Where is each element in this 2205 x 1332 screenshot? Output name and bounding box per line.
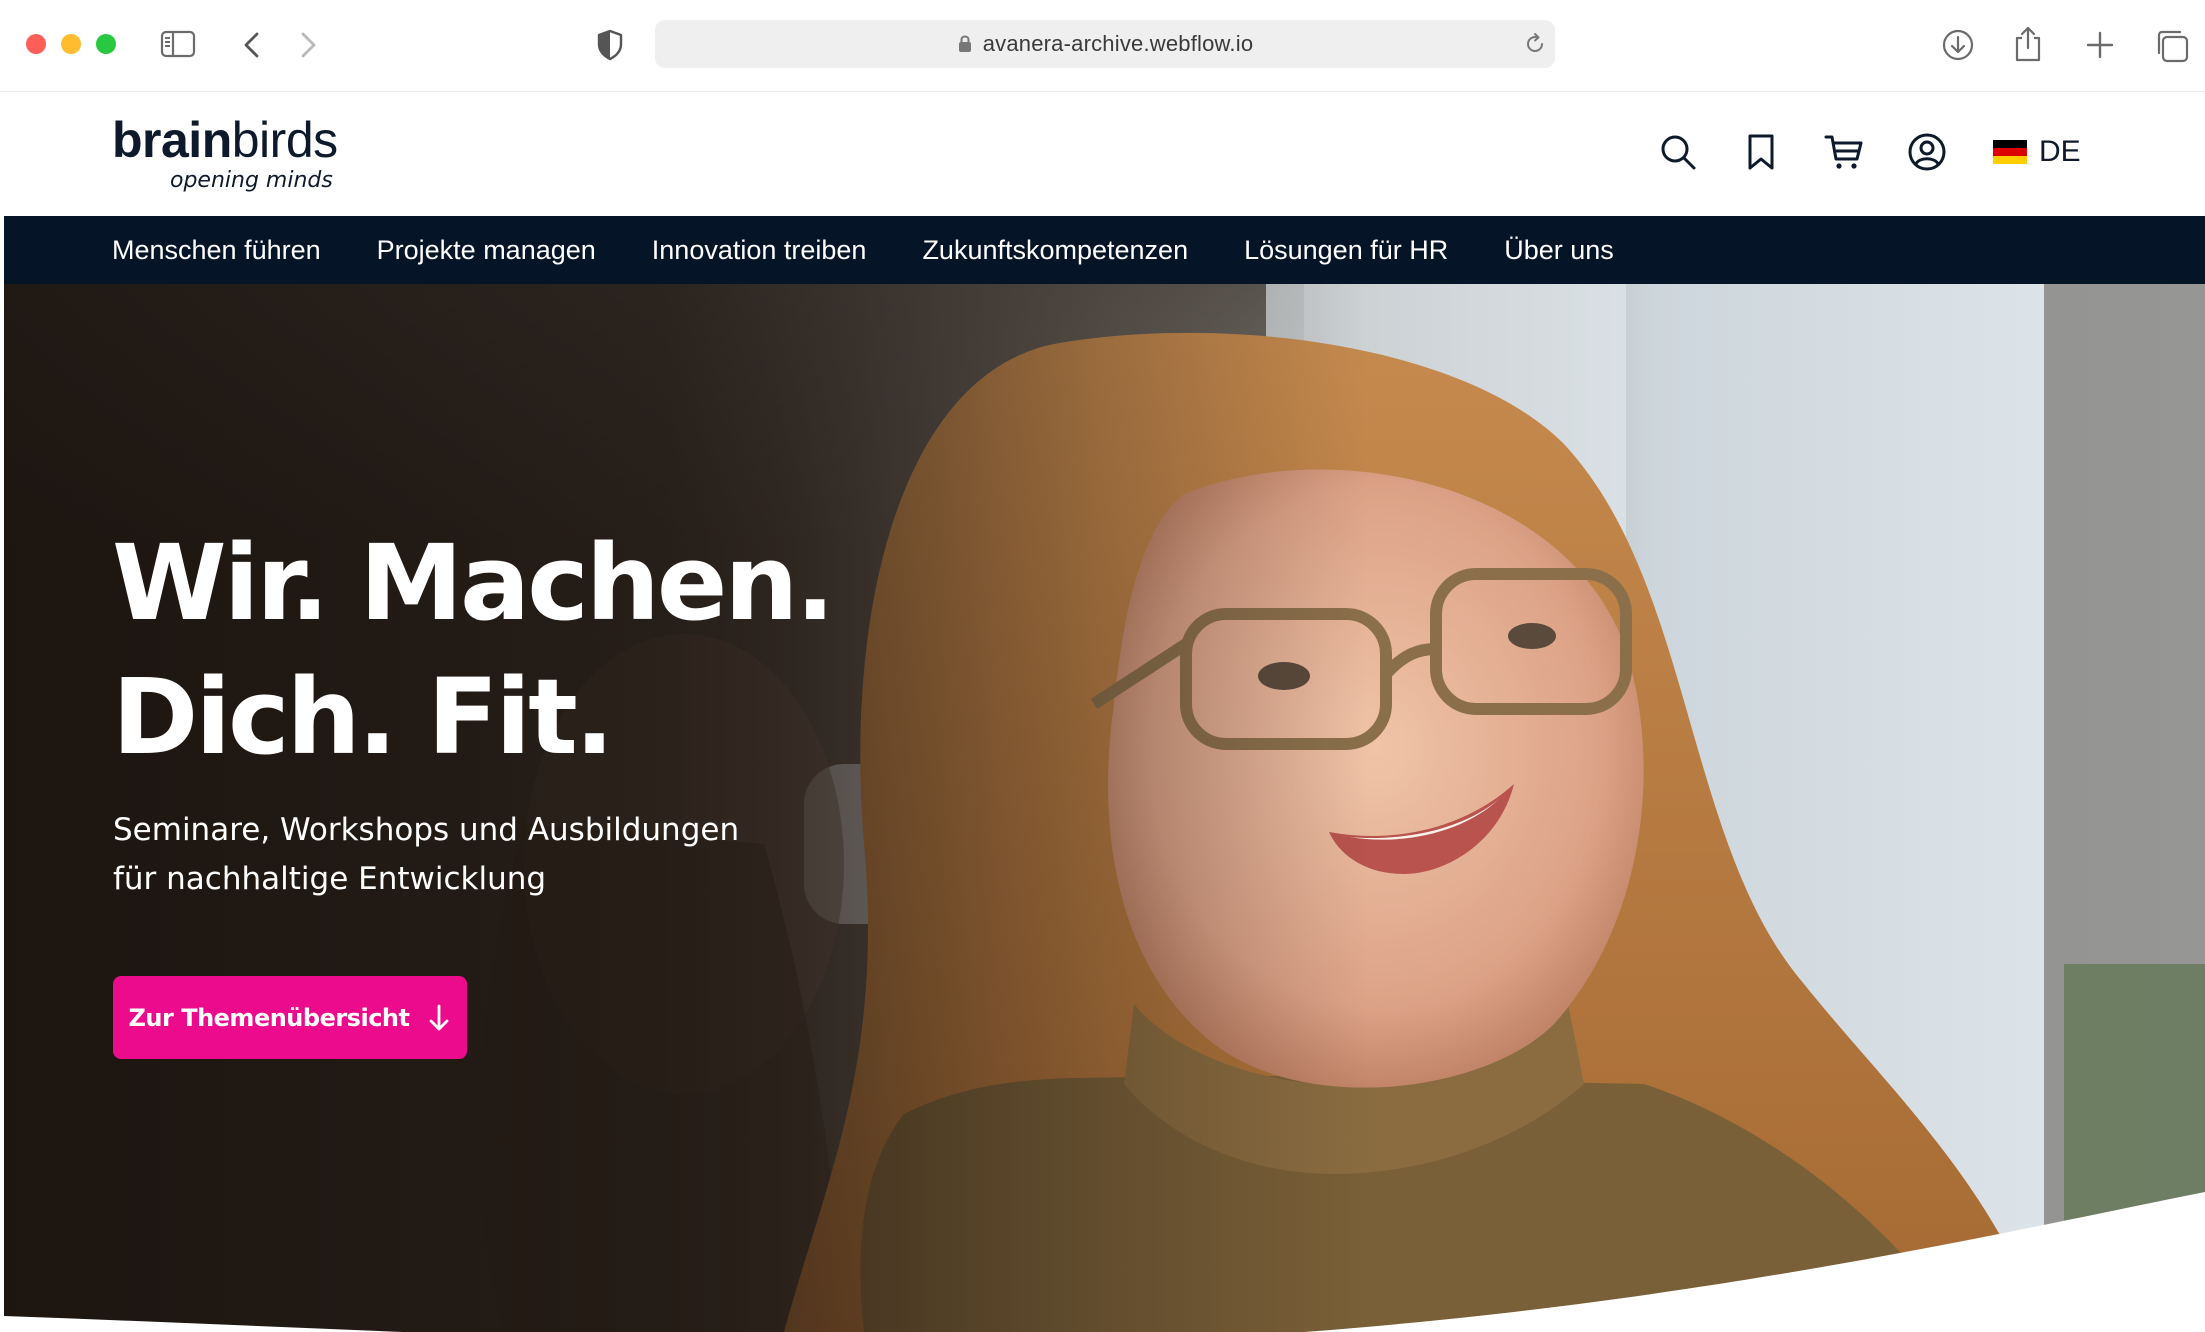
- main-navigation: Menschen führen Projekte managen Innovat…: [4, 216, 2205, 284]
- zoom-window-button[interactable]: [96, 34, 116, 54]
- tab-overview-icon[interactable]: [2154, 28, 2190, 64]
- language-switcher[interactable]: DE: [1993, 132, 2081, 172]
- logo-wordmark: brainbirds: [112, 112, 338, 168]
- account-icon[interactable]: [1907, 132, 1947, 172]
- hero-headline: Wir. Machen. Dich. Fit.: [112, 522, 835, 778]
- new-tab-icon[interactable]: [2084, 29, 2116, 61]
- bookmark-icon[interactable]: [1741, 132, 1781, 172]
- cart-icon[interactable]: [1824, 132, 1864, 172]
- nav-item-zukunftskompetenzen[interactable]: Zukunftskompetenzen: [922, 235, 1188, 266]
- browser-toolbar: avanera-archive.webflow.io: [0, 0, 2205, 92]
- reload-icon[interactable]: [1523, 32, 1547, 56]
- hero-section: Wir. Machen. Dich. Fit. Seminare, Worksho…: [4, 284, 2205, 1332]
- nav-item-projekte-managen[interactable]: Projekte managen: [377, 235, 596, 266]
- site-header: brainbirds opening minds DE: [0, 92, 2205, 216]
- arrow-down-icon: [430, 1004, 449, 1030]
- minimize-window-button[interactable]: [61, 34, 81, 54]
- logo-tagline: opening minds: [170, 168, 333, 193]
- address-bar[interactable]: avanera-archive.webflow.io: [655, 20, 1555, 68]
- sidebar-toggle-icon[interactable]: [160, 29, 196, 59]
- search-icon[interactable]: [1658, 132, 1698, 172]
- back-arrow-icon[interactable]: [240, 30, 264, 60]
- lock-icon: [958, 35, 971, 52]
- language-label: DE: [2039, 135, 2081, 168]
- privacy-shield-icon[interactable]: [595, 28, 625, 62]
- forward-arrow-icon[interactable]: [296, 30, 320, 60]
- url-text: avanera-archive.webflow.io: [982, 31, 1254, 56]
- close-window-button[interactable]: [26, 34, 46, 54]
- nav-item-innovation-treiben[interactable]: Innovation treiben: [652, 235, 867, 266]
- hero-subtitle: Seminare, Workshops und Ausbildungen für …: [113, 812, 740, 897]
- brainbirds-logo[interactable]: brainbirds opening minds: [112, 114, 352, 194]
- german-flag-icon: [1993, 140, 2027, 164]
- share-icon[interactable]: [2012, 24, 2044, 64]
- hero-bottom-wave: [4, 1192, 2205, 1332]
- topic-overview-button[interactable]: Zur Themenübersicht: [113, 976, 467, 1059]
- nav-item-menschen-fuehren[interactable]: Menschen führen: [112, 235, 321, 266]
- downloads-icon[interactable]: [1941, 28, 1975, 62]
- nav-item-loesungen-fuer-hr[interactable]: Lösungen für HR: [1244, 235, 1448, 266]
- nav-item-ueber-uns[interactable]: Über uns: [1504, 235, 1614, 266]
- cta-label: Zur Themenübersicht: [128, 1003, 410, 1032]
